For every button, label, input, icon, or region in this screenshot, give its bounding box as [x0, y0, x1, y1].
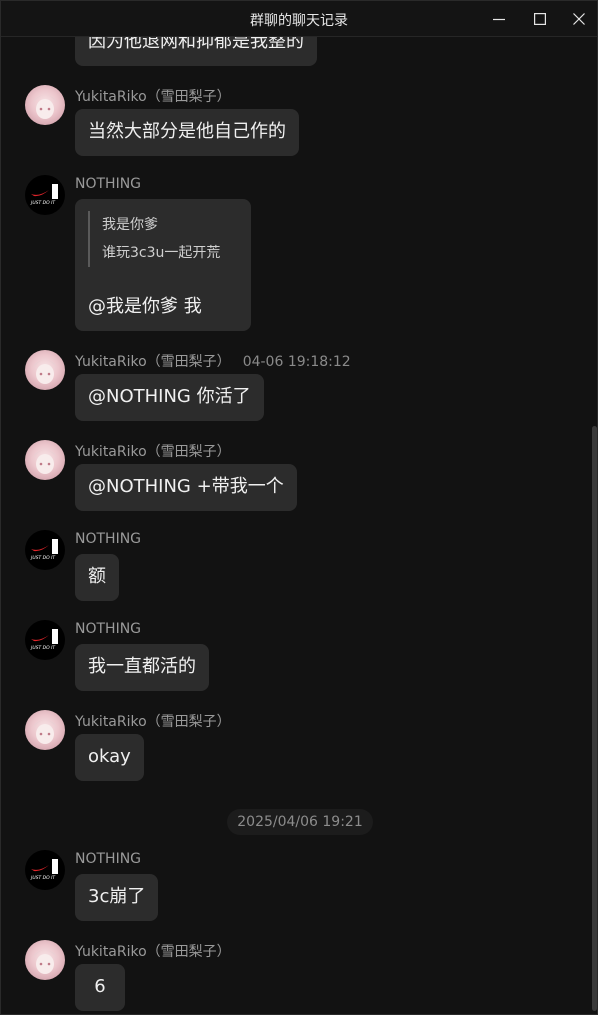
maximize-button[interactable]: [520, 1, 560, 37]
message-text: okay: [88, 746, 131, 767]
message-bubble[interactable]: 额: [75, 554, 119, 601]
logo-text: JUST DO IT: [30, 555, 56, 561]
message-text: 6: [94, 976, 106, 997]
message-bubble[interactable]: @NOTHING +带我一个: [75, 464, 297, 511]
chat-history-window: 因为他退网和抑郁是我整的 YukitaRiko（雪田梨子） 当然大部分是他自己作…: [0, 0, 598, 1015]
message-list[interactable]: 因为他退网和抑郁是我整的 YukitaRiko（雪田梨子） 当然大部分是他自己作…: [1, 1, 589, 1014]
message-text: 我一直都活的: [88, 656, 196, 677]
quoted-message[interactable]: 我是你爹 谁玩3c3u一起开荒: [88, 211, 220, 267]
close-icon: [573, 13, 585, 25]
message-text: @我是你爹 我: [88, 296, 202, 317]
maximize-icon: [534, 13, 546, 25]
nike-just-do-it-avatar-icon: JUST DO IT: [30, 629, 58, 651]
anime-girl-avatar-icon: [33, 720, 57, 744]
logo-text: JUST DO IT: [30, 645, 56, 651]
avatar[interactable]: [25, 710, 65, 750]
close-button[interactable]: [559, 1, 597, 37]
anime-girl-avatar-icon: [33, 360, 57, 384]
message-text: @NOTHING 你活了: [88, 386, 251, 407]
quote-author: 我是你爹: [102, 217, 158, 233]
sender-name: YukitaRiko（雪田梨子）: [75, 714, 231, 730]
avatar[interactable]: [25, 85, 65, 125]
anime-girl-avatar-icon: [33, 950, 57, 974]
logo-text: JUST DO IT: [30, 200, 56, 206]
message-text: 当然大部分是他自己作的: [88, 121, 286, 142]
message-bubble[interactable]: 我是你爹 谁玩3c3u一起开荒 @我是你爹 我: [75, 199, 251, 331]
message-bubble[interactable]: 我一直都活的: [75, 644, 209, 691]
date-divider: 2025/04/06 19:21: [227, 809, 373, 835]
minimize-button[interactable]: [479, 1, 519, 37]
anime-girl-avatar-icon: [33, 450, 57, 474]
avatar[interactable]: [25, 940, 65, 980]
sender-name: NOTHING: [75, 851, 142, 867]
message-text: 额: [88, 566, 106, 587]
message-text: 3c崩了: [88, 886, 146, 907]
nike-just-do-it-avatar-icon: JUST DO IT: [30, 539, 58, 561]
sender-name: YukitaRiko（雪田梨子）: [75, 89, 231, 105]
sender-name-text: YukitaRiko（雪田梨子）: [75, 354, 231, 370]
nike-just-do-it-avatar-icon: JUST DO IT: [30, 859, 58, 881]
sender-name: NOTHING: [75, 621, 142, 637]
title-bar: 群聊的聊天记录: [1, 1, 597, 37]
message-bubble[interactable]: @NOTHING 你活了: [75, 374, 264, 421]
minimize-icon: [493, 18, 505, 21]
avatar[interactable]: JUST DO IT: [25, 850, 65, 890]
sender-name: NOTHING: [75, 531, 142, 547]
message-bubble[interactable]: 当然大部分是他自己作的: [75, 109, 299, 156]
logo-text: JUST DO IT: [30, 875, 56, 881]
scrollbar-thumb[interactable]: [592, 426, 597, 1011]
avatar[interactable]: JUST DO IT: [25, 175, 65, 215]
message-bubble[interactable]: 3c崩了: [75, 874, 159, 921]
nike-just-do-it-avatar-icon: JUST DO IT: [30, 184, 58, 206]
sender-name: YukitaRiko（雪田梨子）: [75, 944, 231, 960]
avatar[interactable]: [25, 350, 65, 390]
message-text: @NOTHING +带我一个: [88, 476, 284, 497]
avatar[interactable]: JUST DO IT: [25, 620, 65, 660]
message-time: 04-06 19:18:12: [242, 354, 351, 370]
sender-name: NOTHING: [75, 176, 142, 192]
avatar[interactable]: JUST DO IT: [25, 530, 65, 570]
quote-text: 谁玩3c3u一起开荒: [102, 245, 221, 261]
avatar[interactable]: [25, 440, 65, 480]
sender-name: YukitaRiko（雪田梨子）: [75, 444, 231, 460]
sender-name: YukitaRiko（雪田梨子） 04-06 19:18:12: [75, 351, 351, 371]
anime-girl-avatar-icon: [33, 95, 57, 119]
message-bubble[interactable]: 6: [75, 964, 125, 1011]
message-bubble[interactable]: okay: [75, 734, 144, 781]
